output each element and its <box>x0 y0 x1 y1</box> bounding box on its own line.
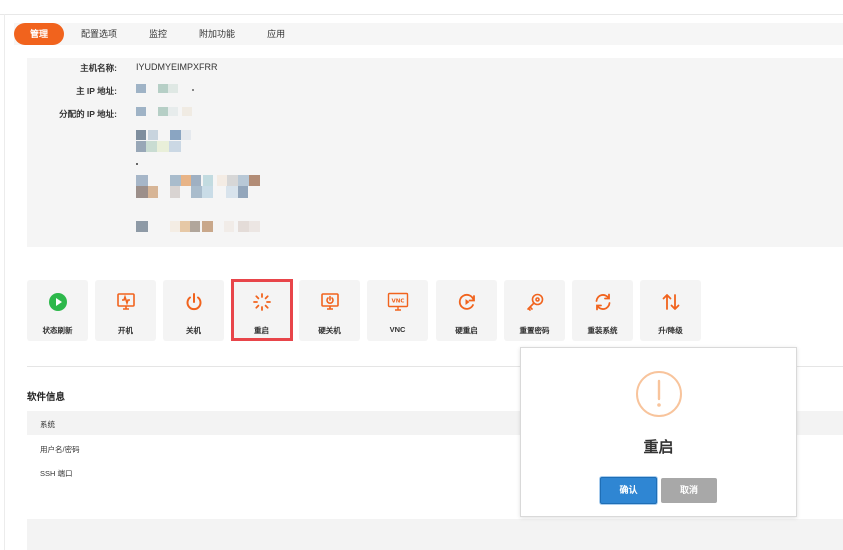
reinstall-system-label: 重装系统 <box>587 326 618 335</box>
upgrade-downgrade-icon <box>660 291 682 313</box>
hard-shutdown-icon <box>319 291 341 313</box>
refresh-status-button[interactable]: 状态刷新 <box>27 280 88 341</box>
power-on-icon <box>115 291 137 313</box>
power-off-icon <box>183 291 205 313</box>
upgrade-downgrade-label: 升/降级 <box>658 326 683 335</box>
software-info-title: 软件信息 <box>27 392 66 403</box>
reset-password-button[interactable]: 重置密码 <box>504 280 565 341</box>
power-off-label: 关机 <box>186 326 201 335</box>
username-password-label: 用户名/密码 <box>40 445 80 454</box>
top-divider <box>0 14 843 15</box>
hostname-label: 主机名称: <box>80 63 117 73</box>
tab-bar: 管理 配置选项 监控 附加功能 应用 <box>14 23 843 45</box>
vnc-button[interactable]: VNC VNC <box>367 280 428 341</box>
vnc-icon: VNC <box>387 291 409 313</box>
key-icon <box>524 291 546 313</box>
reinstall-icon <box>592 291 614 313</box>
cancel-button[interactable]: 取消 <box>661 478 717 503</box>
page: 管理 配置选项 监控 附加功能 应用 主机名称: IYUDMYEIMPXFRR … <box>0 0 843 550</box>
restart-highlight-box <box>231 279 293 341</box>
power-on-button[interactable]: 开机 <box>95 280 156 341</box>
hard-shutdown-label: 硬关机 <box>318 326 341 335</box>
refresh-play-icon <box>47 291 69 313</box>
dialog-title: 重启 <box>643 439 674 456</box>
server-info-panel: 主机名称: IYUDMYEIMPXFRR 主 IP 地址: 分配的 IP 地址: <box>27 58 843 247</box>
hostname-value: IYUDMYEIMPXFRR <box>136 62 218 72</box>
svg-text:VNC: VNC <box>391 299 404 305</box>
power-off-button[interactable]: 关机 <box>163 280 224 341</box>
refresh-status-label: 状态刷新 <box>42 326 73 335</box>
hard-shutdown-button[interactable]: 硬关机 <box>299 280 360 341</box>
left-divider <box>4 14 5 550</box>
ssh-port-label: SSH 端口 <box>40 469 73 478</box>
hard-restart-label: 硬重启 <box>455 326 478 335</box>
tab-manage[interactable]: 管理 <box>14 23 65 45</box>
restart-confirm-dialog: 重启 确认 取消 <box>520 347 797 517</box>
tab-monitoring[interactable]: 监控 <box>138 23 178 45</box>
confirm-button[interactable]: 确认 <box>600 477 657 504</box>
vnc-label: VNC <box>389 325 406 334</box>
system-label: 系统 <box>40 420 55 429</box>
upgrade-downgrade-button[interactable]: 升/降级 <box>640 280 701 341</box>
warning-icon <box>635 370 683 418</box>
hard-restart-icon <box>456 291 478 313</box>
main-ip-label: 主 IP 地址: <box>76 86 117 96</box>
reinstall-system-button[interactable]: 重装系统 <box>572 280 633 341</box>
tab-config-options[interactable]: 配置选项 <box>70 23 128 45</box>
tab-apps[interactable]: 应用 <box>256 23 296 45</box>
assigned-ip-label: 分配的 IP 地址: <box>59 109 117 119</box>
reset-password-label: 重置密码 <box>519 326 550 335</box>
power-on-label: 开机 <box>118 326 133 335</box>
hard-restart-button[interactable]: 硬重启 <box>436 280 497 341</box>
tab-addons[interactable]: 附加功能 <box>188 23 246 45</box>
bottom-panel <box>27 519 843 550</box>
